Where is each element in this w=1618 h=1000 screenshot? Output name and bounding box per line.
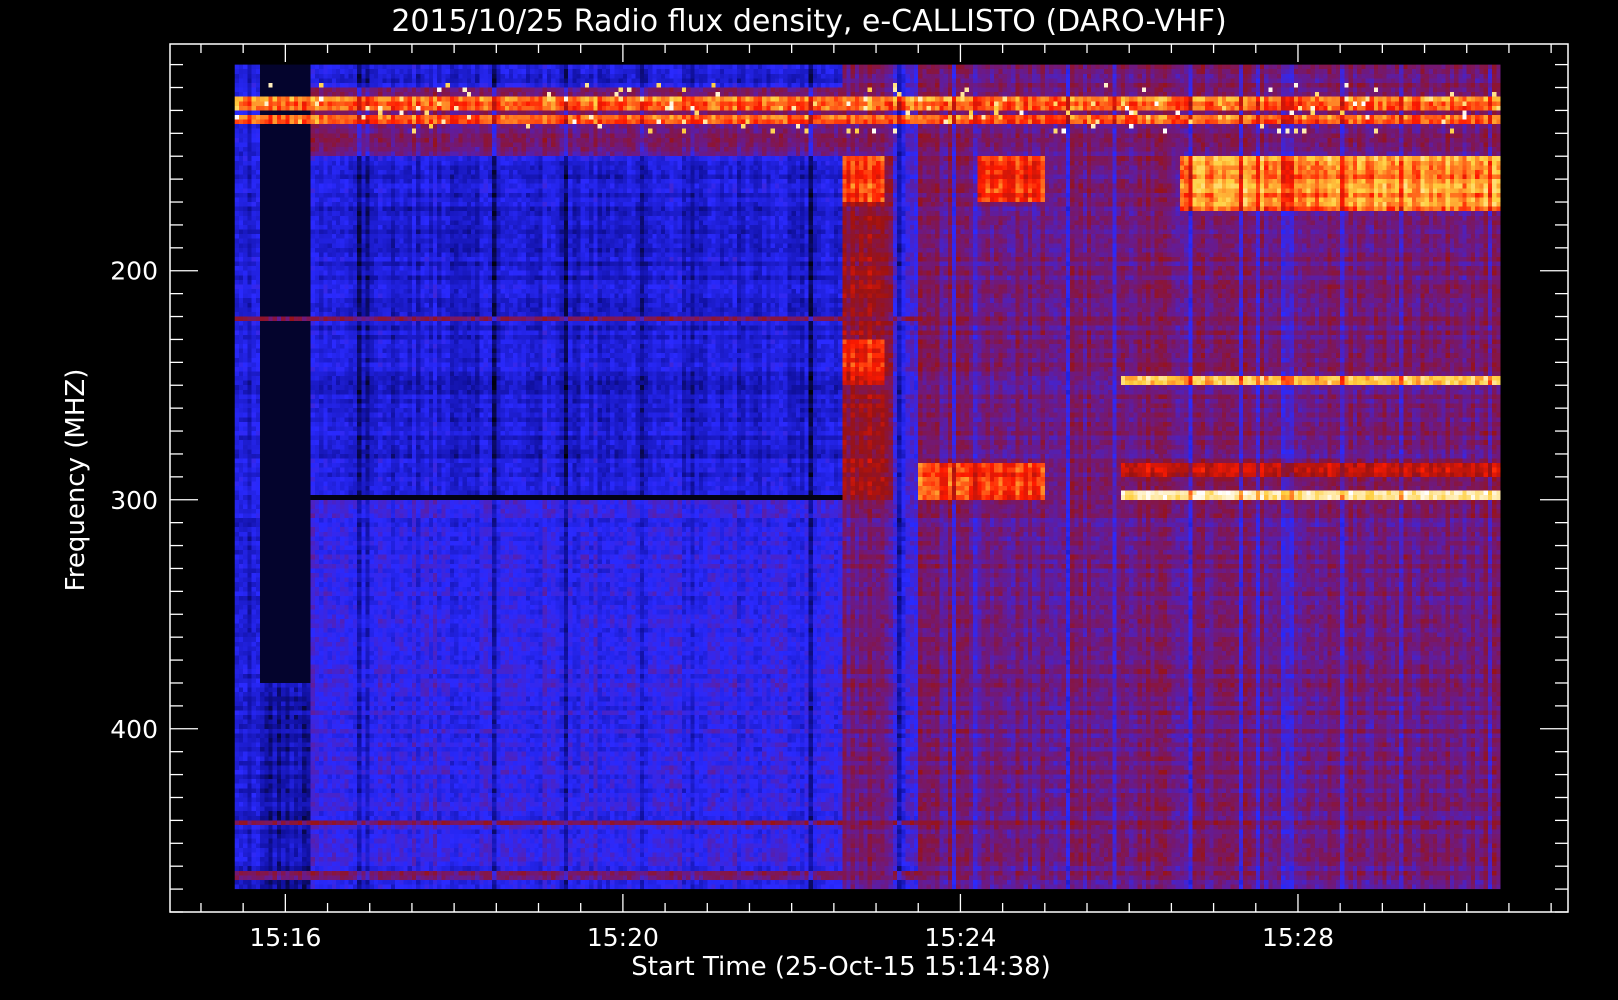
y-tick-label: 400	[110, 715, 158, 744]
y-axis-label: Frequency (MHZ)	[61, 369, 91, 592]
spectrogram-plot	[234, 64, 1501, 890]
x-tick-label: 15:20	[587, 923, 659, 952]
x-tick-label: 15:24	[924, 923, 996, 952]
y-tick-label: 200	[110, 257, 158, 286]
x-axis-label: Start Time (25-Oct-15 15:14:38)	[631, 952, 1051, 982]
x-tick-label: 15:28	[1262, 923, 1334, 952]
y-tick-label: 300	[110, 486, 158, 515]
x-tick-label: 15:16	[249, 923, 321, 952]
spectrogram-image	[234, 64, 1501, 890]
spectrogram-chart: 2015/10/25 Radio flux density, e-CALLIST…	[0, 0, 1618, 1000]
chart-title: 2015/10/25 Radio flux density, e-CALLIST…	[391, 4, 1226, 39]
